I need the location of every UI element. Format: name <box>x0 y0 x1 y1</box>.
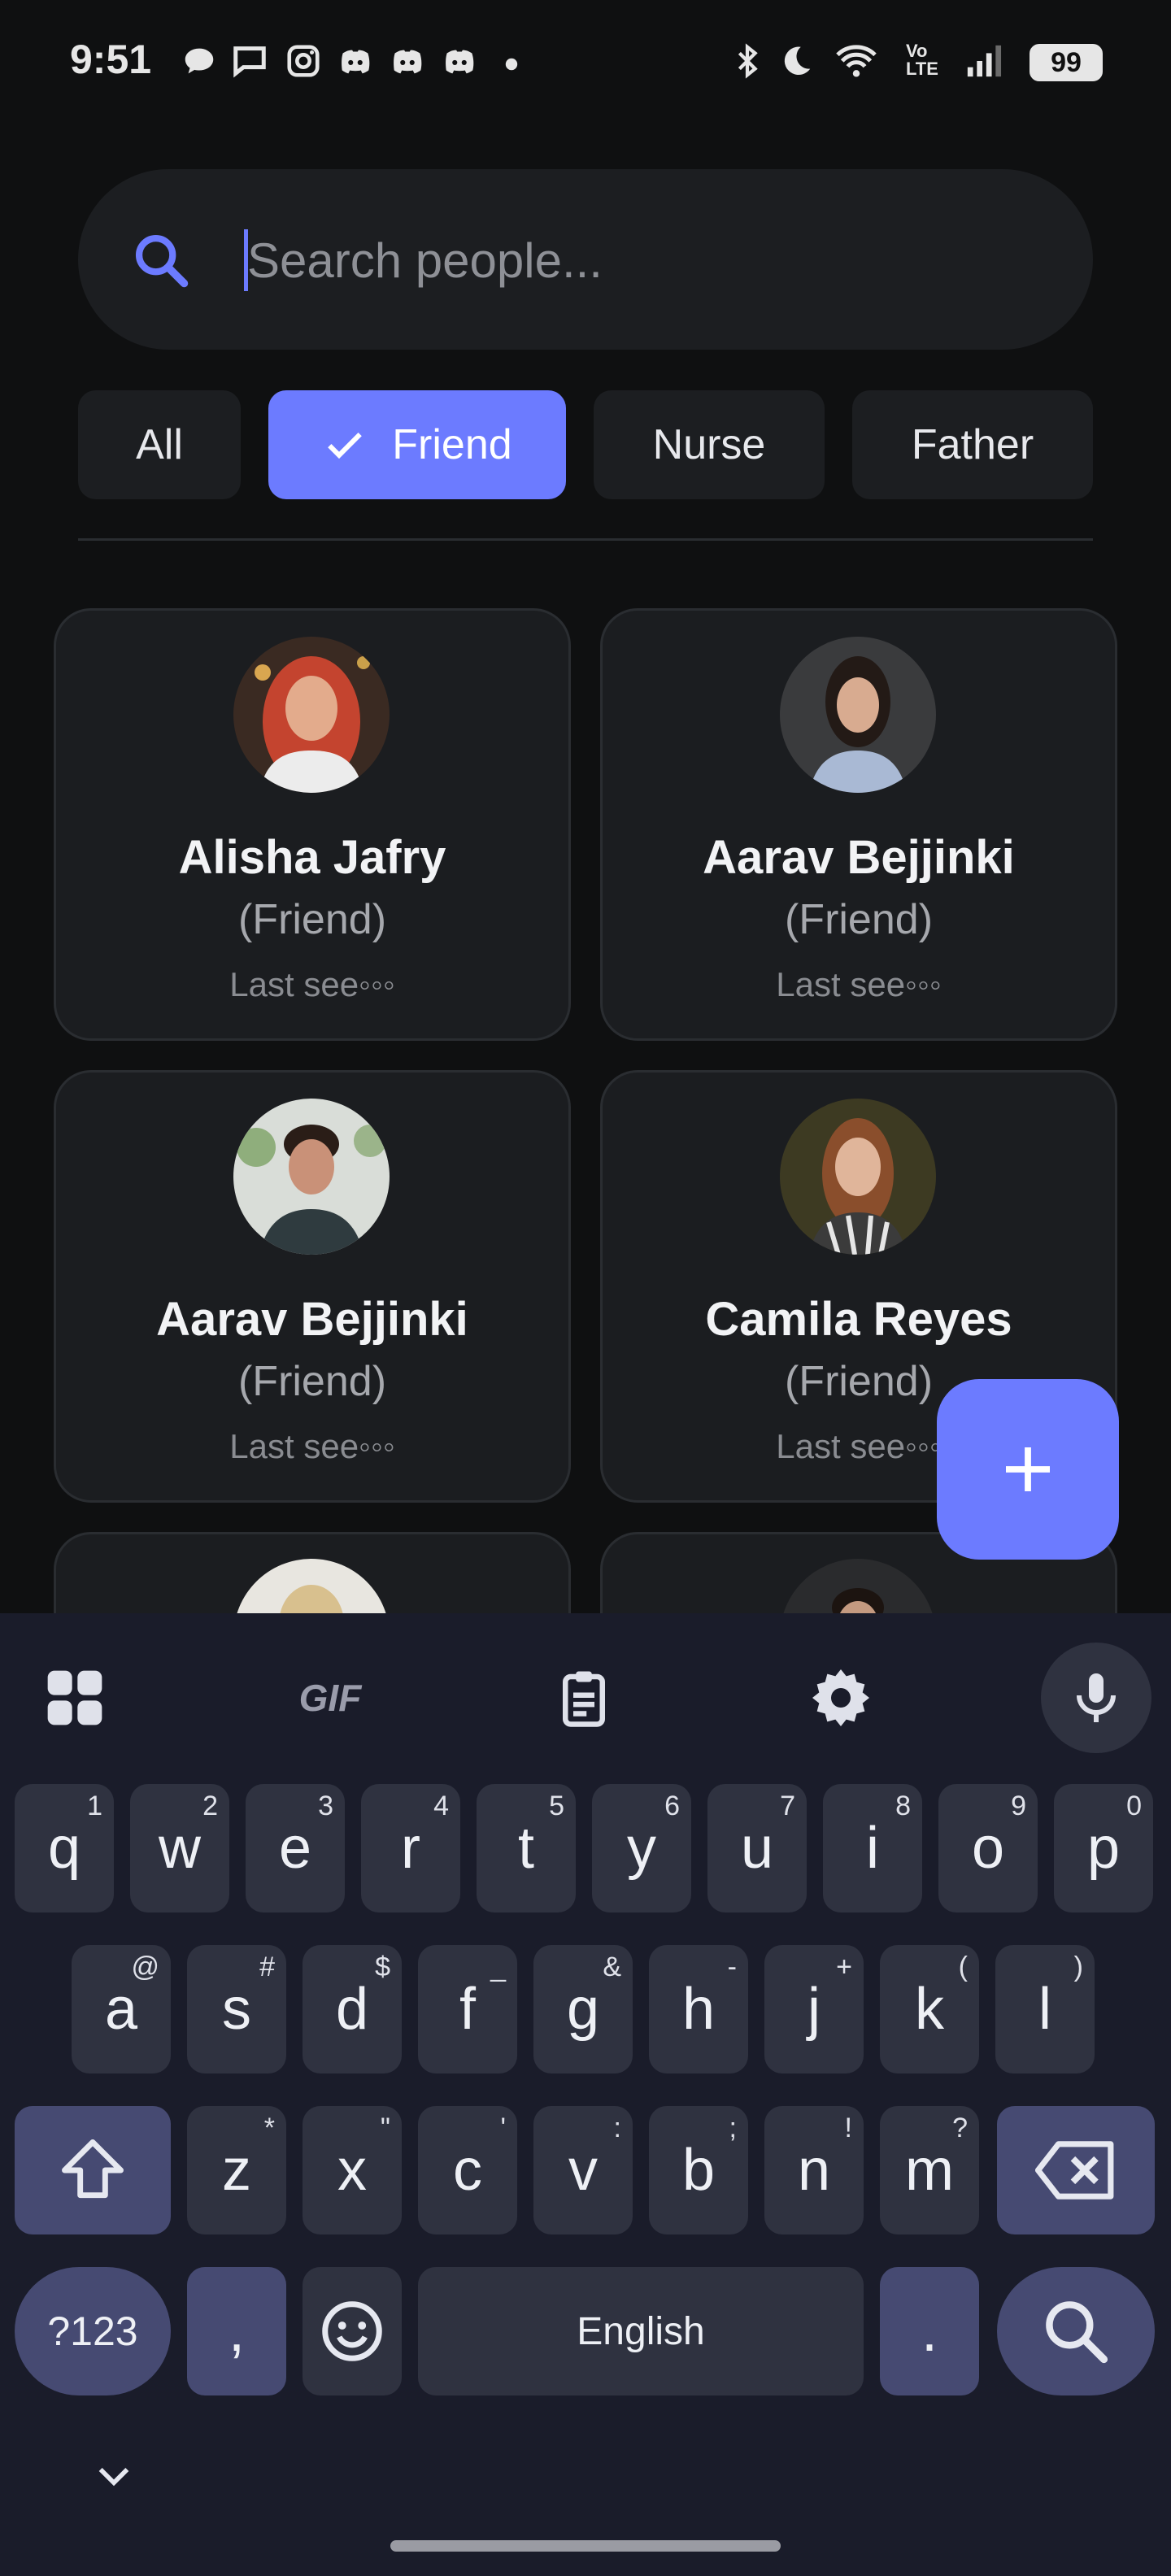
key-n[interactable]: n! <box>764 2106 864 2234</box>
period-key[interactable]: . <box>880 2267 979 2395</box>
key-q[interactable]: q1 <box>15 1784 114 1912</box>
last-seen: Last see◦◦◦ <box>776 965 942 1003</box>
chevron-down-icon <box>98 2468 129 2487</box>
chat-bubble-icon <box>185 48 214 74</box>
emoji-key[interactable] <box>303 2267 402 2395</box>
key-m[interactable]: m? <box>880 2106 979 2234</box>
dot-icon <box>505 58 518 71</box>
person-card[interactable]: Alisha Jafry (Friend) Last see◦◦◦ <box>54 608 571 1041</box>
key-d[interactable]: d $ <box>303 1945 402 2073</box>
voice-input-button[interactable] <box>1041 1643 1151 1753</box>
clock: 9:51 <box>70 37 152 82</box>
settings-button[interactable] <box>792 1649 890 1747</box>
discord-icon <box>394 50 422 74</box>
gear-icon <box>812 1669 869 1726</box>
filter-chip-nurse[interactable]: Nurse <box>594 390 825 499</box>
key-b[interactable]: b; <box>649 2106 748 2234</box>
person-card[interactable]: Aarav Bejjinki (Friend) Last see◦◦◦ <box>54 1070 571 1503</box>
message-icon <box>233 46 266 78</box>
key-r[interactable]: r4 <box>361 1784 460 1912</box>
shift-key[interactable] <box>15 2106 171 2234</box>
key-e[interactable]: e3 <box>246 1784 345 1912</box>
gif-button[interactable]: GIF <box>280 1649 381 1747</box>
avatar <box>233 1099 390 1255</box>
person-relation: (Friend) <box>237 896 387 943</box>
key-y[interactable]: y6 <box>592 1784 691 1912</box>
person-name: Aarav Bejjinki <box>703 831 1015 884</box>
status-bar: 9:51 Vo LTE 99 <box>0 0 1171 130</box>
clipboard-button[interactable] <box>535 1649 633 1747</box>
key-o[interactable]: o9 <box>938 1784 1038 1912</box>
backspace-key[interactable] <box>997 2106 1155 2234</box>
key-l[interactable]: l) <box>995 1945 1095 2073</box>
symbols-key[interactable]: ?123 <box>15 2267 171 2395</box>
filter-chip-father[interactable]: Father <box>852 390 1093 499</box>
discord-icon <box>342 50 370 74</box>
key-h[interactable]: h- <box>649 1945 748 2073</box>
key-g[interactable]: g & <box>533 1945 633 2073</box>
person-relation: (Friend) <box>237 1358 387 1405</box>
comma-key[interactable]: , <box>187 2267 286 2395</box>
wifi-icon <box>836 45 877 77</box>
person-name: Alisha Jafry <box>178 831 446 884</box>
gesture-nav-handle[interactable] <box>390 2540 781 2552</box>
microphone-icon <box>1077 1673 1116 1722</box>
key-j[interactable]: j + <box>764 1945 864 2073</box>
person-relation: (Friend) <box>784 896 934 943</box>
emoji-icon <box>322 2301 382 2361</box>
key-k[interactable]: k( <box>880 1945 979 2073</box>
key-p[interactable]: p0 <box>1054 1784 1153 1912</box>
key-w[interactable]: w2 <box>130 1784 229 1912</box>
key-c[interactable]: c ' <box>418 2106 517 2234</box>
space-key[interactable]: English <box>418 2267 864 2395</box>
signal-icon <box>967 45 1002 77</box>
discord-icon <box>446 50 474 74</box>
divider <box>78 538 1093 541</box>
filter-chip-friend[interactable]: Friend <box>268 390 566 499</box>
key-v[interactable]: v: <box>533 2106 633 2234</box>
clipboard-icon <box>563 1671 605 1727</box>
person-name: Camila Reyes <box>705 1293 1012 1346</box>
chip-label: All <box>136 421 183 468</box>
chip-label: Father <box>911 421 1034 468</box>
text-cursor <box>244 229 248 291</box>
bluetooth-icon <box>738 43 758 79</box>
search-icon <box>1046 2301 1108 2364</box>
moon-icon <box>784 46 811 76</box>
filter-chip-all[interactable]: All <box>78 390 241 499</box>
avatar <box>780 637 936 793</box>
key-u[interactable]: u7 <box>707 1784 807 1912</box>
backspace-icon <box>1035 2141 1114 2200</box>
key-a[interactable]: a @ <box>72 1945 171 2073</box>
key-z[interactable]: z * <box>187 2106 286 2234</box>
chip-label: Friend <box>392 421 512 468</box>
key-s[interactable]: s # <box>187 1945 286 2073</box>
key-f[interactable]: f _ <box>418 1945 517 2073</box>
instagram-icon <box>287 45 320 77</box>
avatar <box>780 1099 936 1255</box>
battery-icon: 99 <box>1030 44 1103 81</box>
search-icon <box>135 234 189 288</box>
add-person-button[interactable] <box>937 1379 1119 1560</box>
search-bar[interactable] <box>78 169 1093 350</box>
shift-icon <box>62 2139 124 2199</box>
last-seen: Last see◦◦◦ <box>229 1427 395 1465</box>
key-x[interactable]: x " <box>303 2106 402 2234</box>
person-card[interactable]: Aarav Bejjinki (Friend) Last see◦◦◦ <box>600 608 1117 1041</box>
plus-icon <box>1006 1447 1050 1491</box>
search-action-key[interactable] <box>997 2267 1155 2395</box>
soft-keyboard: GIF q1 w2 e3 r4 t5 y6 u7 i8 o9 p0 a @ s # … <box>0 1613 1171 2576</box>
check-icon <box>328 433 363 459</box>
key-t[interactable]: t5 <box>477 1784 576 1912</box>
chip-label: Nurse <box>652 421 766 468</box>
hide-keyboard-button[interactable] <box>65 2426 163 2524</box>
search-input[interactable] <box>246 223 1046 298</box>
grid-icon <box>47 1670 102 1725</box>
person-name: Aarav Bejjinki <box>156 1293 468 1346</box>
key-i[interactable]: i8 <box>823 1784 922 1912</box>
avatar <box>233 637 390 793</box>
apps-button[interactable] <box>26 1649 124 1747</box>
last-seen: Last see◦◦◦ <box>229 965 395 1003</box>
volte-icon: Vo LTE <box>906 41 938 79</box>
